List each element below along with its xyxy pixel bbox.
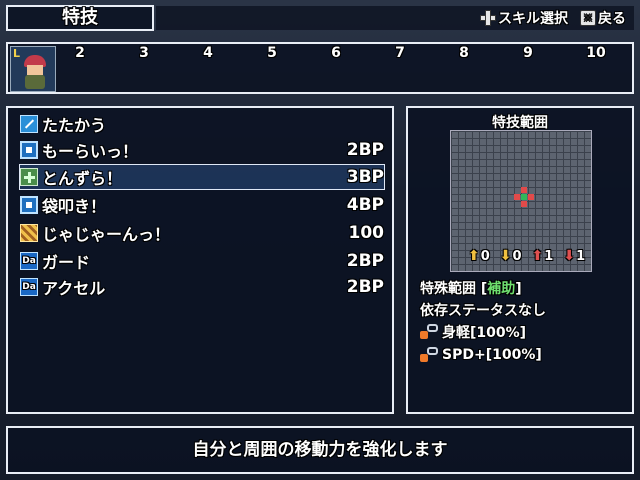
- back-button[interactable]: ✕ 戻る: [580, 7, 626, 29]
- skill-cost: 100: [348, 223, 385, 243]
- height-up-indicator: ⬆ 0: [468, 248, 490, 264]
- range-height-indicators: ⬆ 0 ⬇ 0 ⬆ 1 ⬇ 1: [468, 248, 585, 264]
- buff-icon: [420, 346, 440, 364]
- bracket-close: ]: [515, 281, 522, 297]
- skill-box-icon: [20, 196, 38, 214]
- cancel-button-icon: ✕: [580, 10, 596, 26]
- range-cell-up: [521, 187, 527, 193]
- party-slot-6[interactable]: 6: [316, 45, 356, 61]
- da-icon: Da: [20, 252, 38, 270]
- party-slot-1[interactable]: L: [10, 46, 56, 92]
- buff-icon: [420, 323, 440, 341]
- skill-description: 自分と周囲の移動力を強化します: [192, 440, 448, 460]
- party-slot-10[interactable]: 10: [576, 45, 616, 61]
- height-down-indicator: ⬇ 0: [500, 248, 522, 264]
- arrow-down-icon: ⬇: [563, 248, 576, 264]
- party-slot-8[interactable]: 8: [444, 45, 484, 61]
- arrow-down-icon: ⬇: [499, 248, 512, 264]
- skill-list: たたかう もーらいっ！ 2BP とんずら！ 3BP 袋叩き！ 4BP じゃじゃー…: [6, 106, 394, 414]
- party-slot-4[interactable]: 4: [188, 45, 228, 61]
- height-value: 1: [576, 248, 586, 264]
- avatar-body: [25, 75, 45, 89]
- height-value: 0: [512, 248, 522, 264]
- skill-cost: 4BP: [346, 195, 384, 215]
- special-range-line: 特殊範囲 [補助]: [420, 278, 522, 298]
- range-title: 特技範囲: [492, 115, 548, 131]
- page-title: 特技: [62, 7, 98, 28]
- party-slot-3[interactable]: 3: [124, 45, 164, 61]
- skill-item-escape[interactable]: とんずら！ 3BP: [19, 164, 385, 190]
- buff-item: SPD+[100%]: [420, 346, 542, 364]
- sword-icon: [20, 115, 38, 133]
- avatar-face: [27, 65, 43, 75]
- skill-name: とんずら！: [42, 169, 123, 188]
- skill-name: 袋叩き！: [42, 197, 107, 216]
- skill-item-jajan[interactable]: じゃじゃーんっ！ 100: [20, 221, 384, 245]
- arrow-up-icon: ⬆: [531, 248, 544, 264]
- skill-item-attack[interactable]: たたかう: [20, 112, 384, 136]
- special-pattern-icon: [20, 224, 38, 242]
- party-bar: L 2 3 4 5 6 7 8 9 10: [6, 42, 634, 94]
- hint-skill-select-label: スキル選択: [498, 11, 568, 27]
- skill-cost: 3BP: [346, 167, 384, 187]
- height-down-indicator: ⬇ 1: [563, 248, 585, 264]
- da-icon: Da: [20, 278, 38, 296]
- title-panel: 特技: [6, 5, 154, 31]
- skill-cost: 2BP: [346, 140, 384, 160]
- skill-name: ガード: [42, 253, 91, 272]
- party-slot-5[interactable]: 5: [252, 45, 292, 61]
- range-cell-down: [521, 201, 527, 207]
- buff-label: 身軽[100%]: [442, 325, 527, 341]
- skill-item-steal[interactable]: もーらいっ！ 2BP: [20, 138, 384, 162]
- skill-item-accel[interactable]: Da アクセル 2BP: [20, 275, 384, 299]
- skill-name: じゃじゃーんっ！: [42, 225, 171, 244]
- skill-cost: 2BP: [346, 251, 384, 271]
- buff-label: SPD+[100%]: [442, 347, 542, 363]
- party-slot-2[interactable]: 2: [60, 45, 100, 61]
- back-button-label: 戻る: [598, 11, 626, 27]
- skill-name: もーらいっ！: [42, 142, 139, 161]
- leader-badge: L: [13, 47, 21, 60]
- buff-item: 身軽[100%]: [420, 322, 526, 342]
- special-range-label: 特殊範囲: [420, 281, 476, 297]
- skill-range-panel: 特技範囲 ⬆ 0 ⬇ 0 ⬆ 1 ⬇ 1 特殊範囲 [補助] 依存ステータスなし 身軽[…: [406, 106, 634, 414]
- description-panel: 自分と周囲の移動力を強化します: [6, 426, 634, 474]
- skill-cost: 2BP: [346, 277, 384, 297]
- party-slot-9[interactable]: 9: [508, 45, 548, 61]
- hint-skill-select: スキル選択: [480, 7, 568, 29]
- height-value: 1: [544, 248, 554, 264]
- support-plus-icon: [20, 168, 38, 186]
- special-range-value: 補助: [487, 281, 516, 297]
- skill-name: アクセル: [42, 279, 106, 298]
- arrow-up-icon: ⬆: [468, 248, 480, 264]
- dependency-line: 依存ステータスなし: [420, 303, 546, 319]
- party-slot-7[interactable]: 7: [380, 45, 420, 61]
- dpad-icon: [480, 10, 496, 26]
- height-value: 0: [480, 248, 490, 264]
- skill-name: たたかう: [42, 116, 107, 135]
- skill-box-icon: [20, 141, 38, 159]
- range-cell-right: [528, 194, 534, 200]
- height-up-indicator: ⬆ 1: [532, 248, 554, 264]
- skill-item-guard[interactable]: Da ガード 2BP: [20, 249, 384, 273]
- range-cell-center: [521, 194, 527, 200]
- range-cell-left: [514, 194, 520, 200]
- skill-item-bag-beat[interactable]: 袋叩き！ 4BP: [20, 193, 384, 217]
